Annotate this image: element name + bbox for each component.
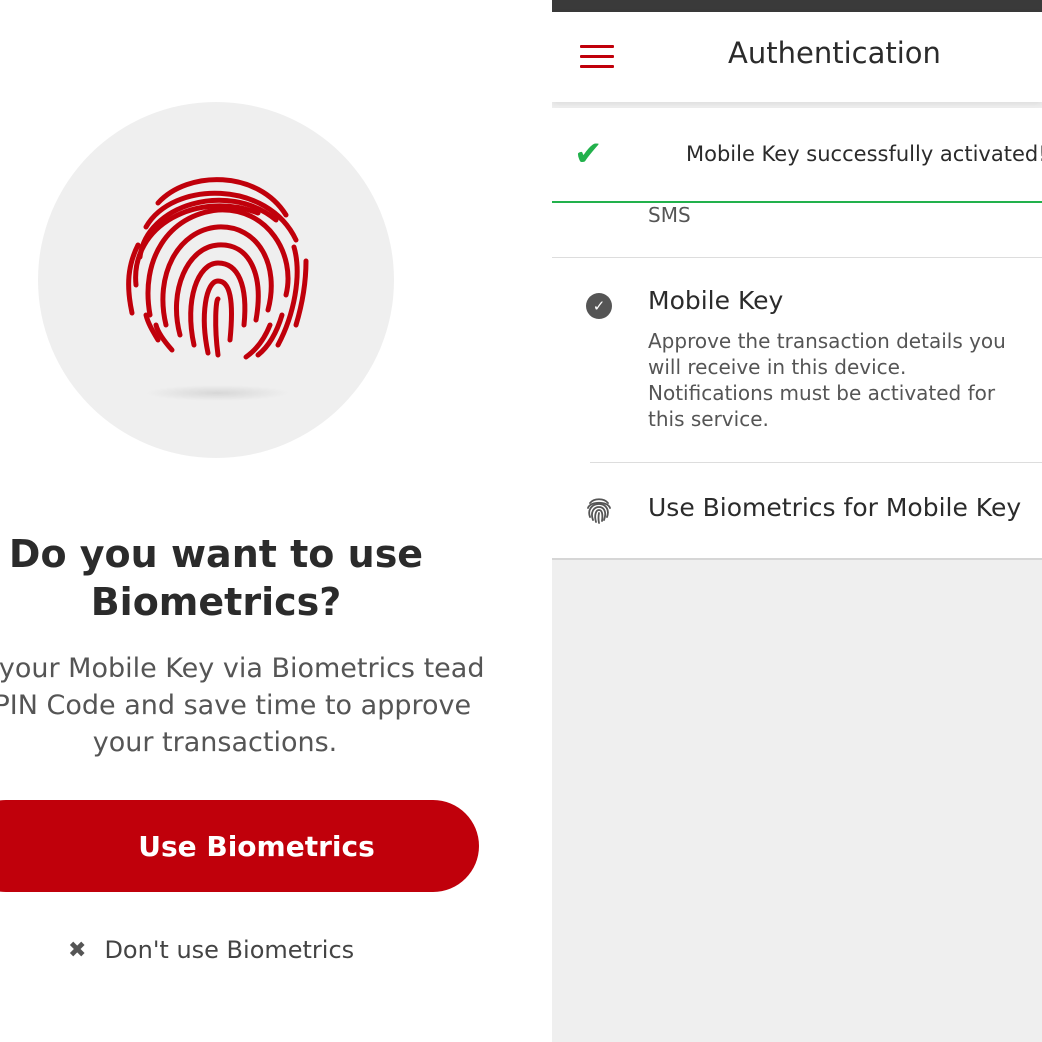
app-bar: Authentication — [552, 12, 1042, 102]
page-title: Authentication — [728, 36, 941, 70]
option-sms[interactable]: SMS — [648, 203, 691, 227]
dont-use-biometrics-label: Don't use Biometrics — [104, 936, 355, 964]
success-toast: ✔ Mobile Key successfully activated! — [552, 108, 1042, 203]
dont-use-biometrics-link[interactable]: ✖ Don't use Biometrics — [68, 930, 354, 970]
status-bar — [552, 0, 1042, 12]
divider — [590, 462, 1042, 463]
option-mobile-key-description: Approve the transaction details you will… — [648, 329, 1006, 431]
close-icon: ✖ — [68, 937, 87, 963]
divider — [552, 558, 1042, 560]
biometrics-prompt-screen: Do you want to use Biometrics? ess your … — [0, 0, 532, 1042]
check-circle-icon: ✓ — [586, 293, 612, 319]
option-use-biometrics-label: Use Biometrics for Mobile Key — [648, 493, 1022, 522]
panel-divider — [532, 0, 552, 1042]
option-mobile-key-title: Mobile Key — [648, 286, 784, 315]
authentication-options-list: SMS ✓ Mobile Key Approve the transaction… — [552, 203, 1042, 560]
fingerprint-icon — [126, 177, 309, 360]
toast-message: Mobile Key successfully activated! — [686, 142, 1042, 166]
biometrics-headline: Do you want to use Biometrics? — [8, 532, 424, 624]
authentication-screen: Authentication ✔ Mobile Key successfully… — [552, 0, 1042, 1042]
biometrics-description: ess your Mobile Key via Biometrics tead … — [0, 653, 485, 758]
fingerprint-icon — [587, 498, 611, 524]
illustration-shadow — [145, 385, 290, 401]
divider — [552, 257, 1042, 258]
use-biometrics-button[interactable]: Use Biometrics — [0, 800, 479, 892]
checkmark-icon: ✔ — [574, 134, 603, 174]
